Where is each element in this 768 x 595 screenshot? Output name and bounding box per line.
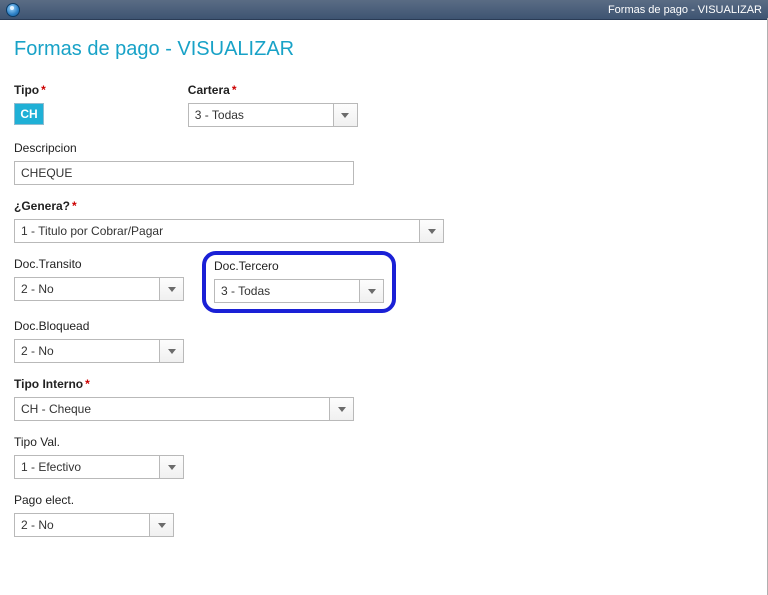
doc-bloquead-select[interactable]: 2 - No xyxy=(14,339,184,363)
tipo-interno-select[interactable]: CH - Cheque xyxy=(14,397,354,421)
doc-tercero-select[interactable]: 3 - Todas xyxy=(214,279,384,303)
tipo-val-select[interactable]: 1 - Efectivo xyxy=(14,455,184,479)
pago-elect-label: Pago elect. xyxy=(14,493,174,507)
genera-value: 1 - Titulo por Cobrar/Pagar xyxy=(21,224,163,238)
doc-transito-value: 2 - No xyxy=(21,282,54,296)
tipo-val-label: Tipo Val. xyxy=(14,435,184,449)
cartera-label: Cartera* xyxy=(188,83,358,97)
descripcion-input[interactable]: CHEQUE xyxy=(14,161,354,185)
doc-tercero-label: Doc.Tercero xyxy=(214,259,384,273)
genera-label: ¿Genera?* xyxy=(14,199,444,213)
cartera-value: 3 - Todas xyxy=(195,108,244,122)
pago-elect-value: 2 - No xyxy=(21,518,54,532)
tipo-val-value: 1 - Efectivo xyxy=(21,460,81,474)
chevron-down-icon[interactable] xyxy=(159,278,183,300)
doc-tercero-value: 3 - Todas xyxy=(221,284,270,298)
chevron-down-icon[interactable] xyxy=(419,220,443,242)
window-title: Formas de pago - VISUALIZAR xyxy=(608,4,762,16)
doc-bloquead-value: 2 - No xyxy=(21,344,54,358)
page-title: Formas de pago - VISUALIZAR xyxy=(14,38,754,61)
pago-elect-select[interactable]: 2 - No xyxy=(14,513,174,537)
doc-transito-select[interactable]: 2 - No xyxy=(14,277,184,301)
descripcion-label: Descripcion xyxy=(14,141,354,155)
cartera-select[interactable]: 3 - Todas xyxy=(188,103,358,127)
tipo-label: Tipo* xyxy=(14,83,46,97)
doc-transito-label: Doc.Transito xyxy=(14,257,184,271)
chevron-down-icon[interactable] xyxy=(149,514,173,536)
chevron-down-icon[interactable] xyxy=(359,280,383,302)
tipo-interno-value: CH - Cheque xyxy=(21,402,91,416)
chevron-down-icon[interactable] xyxy=(329,398,353,420)
chevron-down-icon[interactable] xyxy=(333,104,357,126)
chevron-down-icon[interactable] xyxy=(159,456,183,478)
doc-bloquead-label: Doc.Bloquead xyxy=(14,319,184,333)
genera-select[interactable]: 1 - Titulo por Cobrar/Pagar xyxy=(14,219,444,243)
window-titlebar: Formas de pago - VISUALIZAR xyxy=(0,0,768,20)
doc-tercero-highlight: Doc.Tercero 3 - Todas xyxy=(202,251,396,313)
tipo-interno-label: Tipo Interno* xyxy=(14,377,354,391)
chevron-down-icon[interactable] xyxy=(159,340,183,362)
tipo-value: CH xyxy=(14,103,44,125)
app-icon xyxy=(6,3,20,17)
